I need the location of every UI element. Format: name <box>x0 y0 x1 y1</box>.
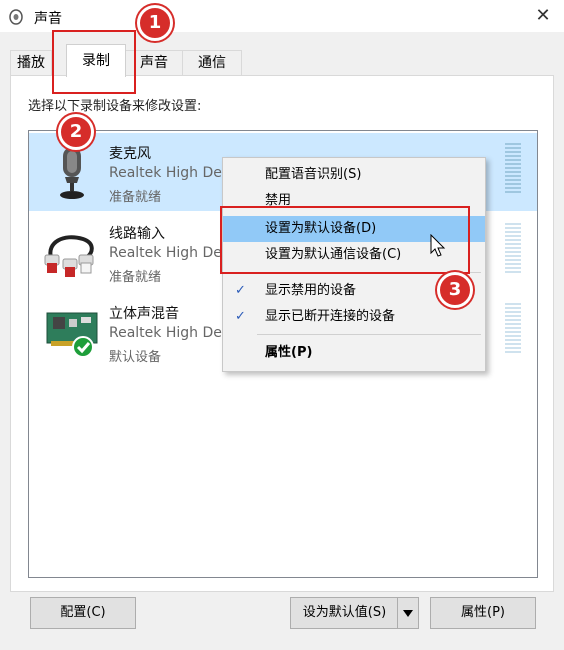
annotation-step-badge: 1 <box>137 5 173 41</box>
line-in-cable-icon <box>43 223 101 281</box>
menu-item-label: 属性(P) <box>265 345 313 360</box>
device-status: 默认设备 <box>109 350 162 365</box>
device-status: 准备就绪 <box>109 270 162 285</box>
speaker-icon <box>8 7 24 25</box>
tab-communications[interactable]: 通信 <box>182 50 242 75</box>
level-meter <box>505 143 521 195</box>
device-name: 麦克风 <box>109 146 151 162</box>
level-meter <box>505 303 521 355</box>
annotation-highlight-menu-items <box>220 206 470 274</box>
properties-button[interactable]: 属性(P) <box>430 597 536 629</box>
chevron-down-icon <box>403 610 413 617</box>
menu-item-label: 显示禁用的设备 <box>265 283 357 298</box>
configure-button[interactable]: 配置(C) <box>30 597 136 629</box>
level-meter <box>505 223 521 275</box>
menu-item-configure-speech[interactable]: 配置语音识别(S) <box>223 162 485 188</box>
annotation-highlight-recording-tab <box>52 30 136 94</box>
checkmark-icon: ✓ <box>235 283 246 298</box>
menu-item-properties[interactable]: 属性(P) <box>223 340 485 366</box>
instruction-text: 选择以下录制设备来修改设置: <box>28 99 202 114</box>
menu-item-label: 配置语音识别(S) <box>265 167 362 182</box>
device-status: 准备就绪 <box>109 190 162 205</box>
close-button[interactable]: ✕ <box>528 2 558 30</box>
device-name: 线路输入 <box>109 226 165 242</box>
annotation-step-badge: 3 <box>437 272 473 308</box>
title-bar: 声音 ✕ <box>0 0 564 32</box>
window-title: 声音 <box>34 11 62 27</box>
annotation-step-badge: 2 <box>58 114 94 150</box>
checkmark-icon: ✓ <box>235 309 246 324</box>
set-default-button[interactable]: 设为默认值(S) <box>290 597 399 629</box>
menu-separator <box>257 334 481 335</box>
microphone-icon <box>43 143 101 201</box>
device-name: 立体声混音 <box>109 306 179 322</box>
set-default-dropdown-button[interactable] <box>397 597 419 629</box>
menu-item-show-disconnected[interactable]: ✓ 显示已断开连接的设备 <box>223 304 485 330</box>
tab-playback[interactable]: 播放 <box>10 50 52 75</box>
menu-item-label: 显示已断开连接的设备 <box>265 309 396 324</box>
sound-card-icon <box>43 303 101 361</box>
